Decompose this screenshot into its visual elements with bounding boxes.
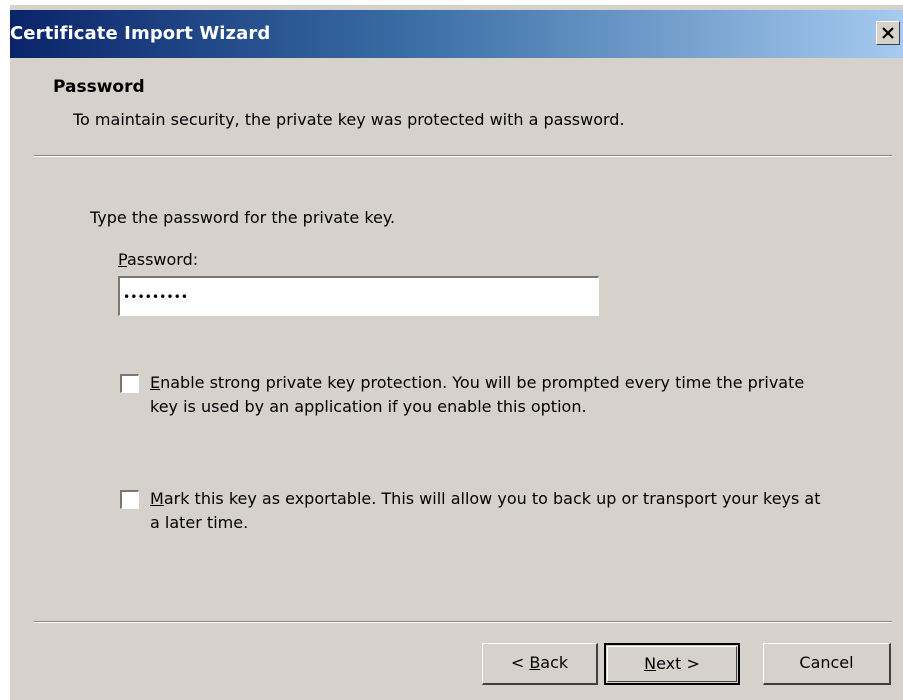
exportable-label-text: ark this key as exportable. This will al… — [150, 489, 821, 532]
back-button-prefix: < — [510, 653, 530, 672]
next-button-access-key: N — [644, 654, 657, 673]
wizard-header — [10, 58, 903, 155]
strong-protection-label-text: nable strong private key protection. You… — [150, 373, 805, 416]
exportable-access-key: M — [150, 489, 164, 508]
password-label-access-key: P — [118, 250, 127, 269]
strong-protection-checkbox[interactable] — [120, 374, 139, 393]
instruction-text: Type the password for the private key. — [90, 208, 396, 227]
close-icon — [882, 27, 894, 39]
header-separator — [34, 155, 892, 157]
title-bar[interactable]: Certificate Import Wizard — [10, 10, 903, 58]
page-title: Password — [53, 77, 145, 97]
password-label-text: assword: — [126, 250, 199, 269]
exportable-checkbox[interactable] — [120, 490, 139, 509]
certificate-import-wizard-window: Certificate Import Wizard Password To ma… — [10, 5, 903, 700]
password-label: Password: — [118, 250, 198, 269]
exportable-label[interactable]: Mark this key as exportable. This will a… — [150, 487, 830, 535]
back-button-label: ack — [540, 653, 569, 672]
strong-protection-access-key: E — [150, 373, 161, 392]
strong-protection-label[interactable]: Enable strong private key protection. Yo… — [150, 371, 830, 419]
password-input[interactable] — [118, 276, 599, 316]
next-button[interactable]: Next > — [604, 643, 740, 685]
close-button[interactable] — [876, 21, 900, 45]
footer-separator — [34, 621, 892, 623]
back-button[interactable]: < Back — [482, 643, 598, 685]
page-subtitle: To maintain security, the private key wa… — [73, 110, 625, 129]
next-button-label: ext > — [656, 654, 700, 673]
window-title: Certificate Import Wizard — [10, 23, 271, 44]
cancel-button[interactable]: Cancel — [763, 643, 891, 685]
back-button-access-key: B — [529, 653, 541, 672]
